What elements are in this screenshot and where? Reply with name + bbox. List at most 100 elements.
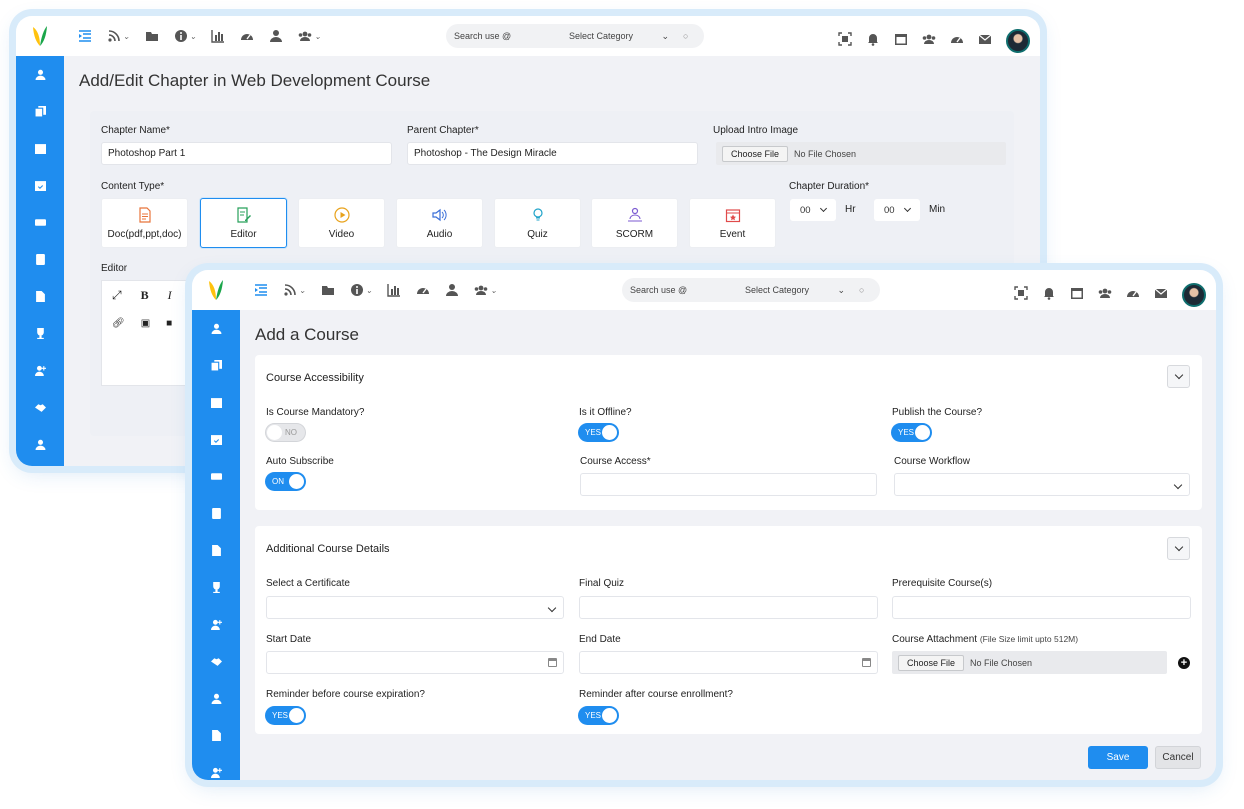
- content-type-audio[interactable]: Audio: [396, 198, 483, 248]
- user-icon[interactable]: [269, 29, 283, 43]
- rss-icon[interactable]: ⌄: [107, 29, 130, 43]
- sidebar-handshake-icon[interactable]: [192, 643, 240, 680]
- expand-icon[interactable]: ⤢: [112, 288, 122, 303]
- reminder-enroll-toggle[interactable]: YES: [579, 707, 618, 724]
- user-icon[interactable]: [445, 283, 459, 297]
- folder-icon[interactable]: [321, 283, 335, 297]
- calendar-icon[interactable]: [894, 32, 908, 51]
- sidebar-contact-card-icon[interactable]: [192, 495, 240, 532]
- course-attachment-file-input[interactable]: Choose File No File Chosen: [892, 651, 1167, 674]
- content-type-scorm[interactable]: SCORM: [591, 198, 678, 248]
- course-workflow-select[interactable]: [894, 473, 1190, 496]
- link-icon[interactable]: 🔗︎: [112, 318, 125, 329]
- dashboard-gauge-icon[interactable]: [950, 32, 964, 51]
- calendar-icon[interactable]: [862, 658, 871, 667]
- scan-icon[interactable]: [838, 31, 852, 51]
- category-select[interactable]: Select Category ⌄: [569, 31, 669, 42]
- content-type-event[interactable]: Event: [689, 198, 776, 248]
- bar-chart-icon[interactable]: [387, 283, 401, 297]
- category-select[interactable]: Select Category ⌄: [745, 285, 845, 296]
- start-date-input[interactable]: [266, 651, 564, 674]
- intro-image-file-input[interactable]: Choose File No File Chosen: [716, 142, 1006, 165]
- sidebar-user-plus-icon[interactable]: [16, 352, 64, 389]
- auto-subscribe-toggle[interactable]: ON: [266, 473, 305, 490]
- bell-icon[interactable]: [1042, 286, 1056, 305]
- search-icon[interactable]: ○: [859, 285, 864, 295]
- sidebar-handshake-icon[interactable]: [16, 389, 64, 426]
- search-input[interactable]: Search use @: [454, 31, 569, 41]
- bar-chart-icon[interactable]: [211, 29, 225, 43]
- dashboard-gauge-icon[interactable]: [240, 29, 254, 43]
- sidebar-ticket-icon[interactable]: [16, 204, 64, 241]
- final-quiz-input[interactable]: [579, 596, 878, 619]
- dashboard-gauge-icon[interactable]: [416, 283, 430, 297]
- sidebar-ticket-icon[interactable]: [192, 458, 240, 495]
- mail-icon[interactable]: [978, 32, 992, 51]
- certificate-select[interactable]: [266, 596, 564, 619]
- global-search[interactable]: Search use @ Select Category ⌄ ○: [622, 278, 880, 302]
- add-attachment-icon[interactable]: +: [1178, 657, 1190, 669]
- sidebar-contact-card-icon[interactable]: [16, 241, 64, 278]
- sidebar-user-tie-icon[interactable]: [192, 680, 240, 717]
- image-icon[interactable]: ▣: [141, 318, 150, 329]
- collapse-accessibility-button[interactable]: [1167, 365, 1190, 388]
- collapse-details-button[interactable]: [1167, 537, 1190, 560]
- publish-toggle[interactable]: YES: [892, 424, 931, 441]
- sidebar-calendar-icon[interactable]: [16, 130, 64, 167]
- search-icon[interactable]: ○: [683, 31, 688, 41]
- minutes-select[interactable]: 00: [874, 199, 920, 221]
- sidebar-user-plus-icon[interactable]: [192, 606, 240, 643]
- video-camera-icon[interactable]: ■: [166, 318, 172, 329]
- sidebar-user-tie-icon[interactable]: [16, 426, 64, 463]
- content-type-quiz[interactable]: Quiz: [494, 198, 581, 248]
- scan-icon[interactable]: [1014, 285, 1028, 305]
- choose-file-button[interactable]: Choose File: [898, 654, 965, 671]
- sidebar-calendar-check-icon[interactable]: [192, 421, 240, 458]
- prerequisite-input[interactable]: [892, 596, 1191, 619]
- info-icon[interactable]: ⌄: [350, 283, 372, 297]
- users-group-icon[interactable]: [922, 32, 936, 51]
- menu-collapse-icon[interactable]: [78, 29, 92, 43]
- cancel-button[interactable]: Cancel: [1155, 746, 1201, 769]
- mandatory-toggle[interactable]: NO: [266, 424, 305, 441]
- rss-icon[interactable]: ⌄: [283, 283, 306, 297]
- choose-file-button[interactable]: Choose File: [722, 145, 789, 162]
- sidebar-user-icon[interactable]: [16, 56, 64, 93]
- save-button[interactable]: Save: [1088, 746, 1148, 769]
- sidebar-document-icon[interactable]: [192, 532, 240, 569]
- bold-button[interactable]: B: [141, 288, 149, 303]
- avatar[interactable]: [1182, 283, 1206, 307]
- sidebar-document-icon[interactable]: [16, 278, 64, 315]
- folder-icon[interactable]: [145, 29, 159, 43]
- sidebar-trophy-icon[interactable]: [16, 315, 64, 352]
- sidebar-user-plus-icon[interactable]: [192, 754, 240, 780]
- course-access-input[interactable]: [580, 473, 877, 496]
- offline-toggle[interactable]: YES: [579, 424, 618, 441]
- sidebar-calendar-check-icon[interactable]: [16, 167, 64, 204]
- end-date-input[interactable]: [579, 651, 878, 674]
- calendar-icon[interactable]: [1070, 286, 1084, 305]
- hours-select[interactable]: 00: [790, 199, 836, 221]
- content-type-editor[interactable]: Editor: [200, 198, 287, 248]
- italic-button[interactable]: I: [168, 288, 172, 303]
- content-type-doc[interactable]: Doc(pdf,ppt,doc): [101, 198, 188, 248]
- menu-collapse-icon[interactable]: [254, 283, 268, 297]
- sidebar-trophy-icon[interactable]: [192, 569, 240, 606]
- calendar-icon[interactable]: [548, 658, 557, 667]
- mail-icon[interactable]: [1154, 286, 1168, 305]
- avatar[interactable]: [1006, 29, 1030, 53]
- parent-chapter-select[interactable]: Photoshop - The Design Miracle: [407, 142, 698, 165]
- users-group-icon[interactable]: ⌄: [474, 283, 497, 297]
- bell-icon[interactable]: [866, 32, 880, 51]
- sidebar-copy-icon[interactable]: [16, 93, 64, 130]
- users-group-icon[interactable]: [1098, 286, 1112, 305]
- content-type-video[interactable]: Video: [298, 198, 385, 248]
- chapter-name-input[interactable]: Photoshop Part 1: [101, 142, 392, 165]
- sidebar-document-icon[interactable]: [192, 717, 240, 754]
- search-input[interactable]: Search use @: [630, 285, 745, 295]
- sidebar-calendar-icon[interactable]: [192, 384, 240, 421]
- users-group-icon[interactable]: ⌄: [298, 29, 321, 43]
- global-search[interactable]: Search use @ Select Category ⌄ ○: [446, 24, 704, 48]
- sidebar-user-icon[interactable]: [192, 310, 240, 347]
- dashboard-gauge-icon[interactable]: [1126, 286, 1140, 305]
